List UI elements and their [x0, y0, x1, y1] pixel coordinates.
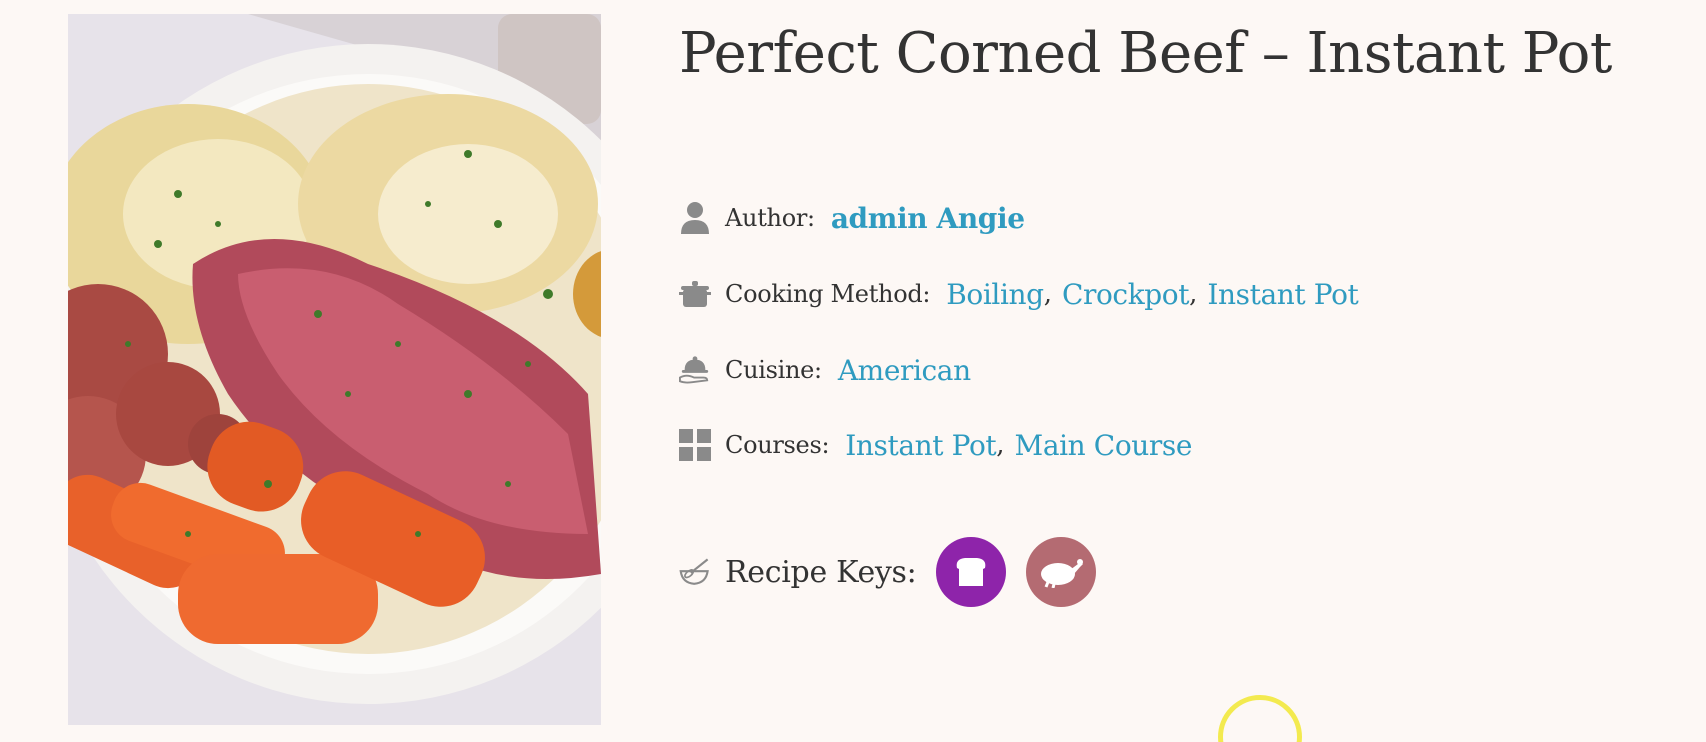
pot-icon: [679, 278, 711, 310]
bread-icon[interactable]: [936, 537, 1007, 607]
cooking-method-row: Cooking Method: Boiling, Crockpot, Insta…: [679, 274, 1359, 314]
person-icon: [679, 202, 711, 234]
cuisine-label: Cuisine:: [725, 356, 822, 384]
grid-icon: [679, 429, 711, 461]
whisk-bowl-icon: [679, 556, 711, 588]
cuisine-row: Cuisine: American: [679, 350, 971, 390]
cuisine-link-american[interactable]: American: [838, 354, 971, 387]
courses-row: Courses: Instant Pot, Main Course: [679, 425, 1192, 465]
cooking-method-label: Cooking Method:: [725, 280, 931, 308]
method-link-boiling[interactable]: Boiling: [946, 278, 1044, 311]
recipe-image: [68, 14, 601, 725]
method-link-instant-pot[interactable]: Instant Pot: [1207, 278, 1358, 311]
recipe-title: Perfect Corned Beef – Instant Pot: [679, 21, 1612, 86]
method-link-crockpot[interactable]: Crockpot: [1062, 278, 1190, 311]
course-link-instant-pot[interactable]: Instant Pot: [845, 429, 996, 462]
turkey-icon[interactable]: [1026, 537, 1097, 607]
cursor-highlight-ring: [1218, 695, 1302, 742]
courses-label: Courses:: [725, 431, 830, 459]
recipe-keys-row: Recipe Keys:: [679, 536, 1116, 608]
course-link-main-course[interactable]: Main Course: [1015, 429, 1193, 462]
author-label: Author:: [725, 204, 815, 232]
recipe-keys-label: Recipe Keys:: [725, 554, 917, 590]
author-link[interactable]: admin Angie: [831, 202, 1025, 235]
recipe-info: Perfect Corned Beef – Instant Pot Author…: [679, 14, 1619, 607]
cloche-icon: [679, 354, 711, 386]
author-row: Author: admin Angie: [679, 198, 1025, 238]
